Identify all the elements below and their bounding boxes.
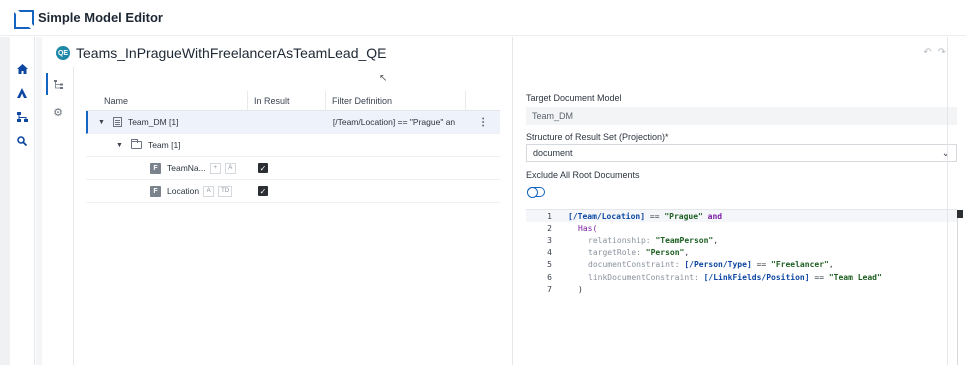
- document-icon: [112, 117, 122, 127]
- row-in-result-cell: [248, 134, 326, 156]
- target-model-field: Team_DM: [526, 107, 957, 125]
- table-row[interactable]: F Location A TD ✓: [86, 180, 500, 203]
- chevron-down-icon[interactable]: ▼: [116, 142, 123, 149]
- exclude-root-label: Exclude All Root Documents: [526, 170, 640, 180]
- code-editor[interactable]: 1 [/Team/Location] == "Prague" and 2 Has…: [526, 209, 963, 365]
- column-header-name[interactable]: Name: [86, 91, 248, 110]
- rail-background: [0, 37, 10, 365]
- mouse-cursor-icon: ↖: [379, 73, 388, 84]
- hierarchy-icon[interactable]: [14, 109, 30, 125]
- code-line: 3 relationship: "TeamPerson",: [547, 235, 719, 245]
- column-header-in-result[interactable]: In Result: [248, 91, 326, 110]
- row-in-result-cell: ✓: [248, 180, 326, 202]
- app-window: Simple Model Editor QE Teams_InPragueWit…: [0, 0, 966, 365]
- row-actions-cell: [466, 157, 500, 179]
- structure-label: Structure of Result Set (Projection)*: [526, 132, 669, 142]
- right-edge-divider: [947, 37, 948, 365]
- target-model-label: Target Document Model: [526, 93, 622, 103]
- tab-structure[interactable]: [46, 73, 70, 95]
- editor-scrollbar[interactable]: [957, 210, 963, 365]
- nav-rail: [10, 37, 35, 365]
- query-panel: QE Teams_InPragueWithFreelancerAsTeamLea…: [42, 37, 512, 365]
- column-header-filter[interactable]: Filter Definition: [326, 91, 466, 110]
- folder-icon: [130, 139, 142, 149]
- row-filter-cell[interactable]: [326, 134, 466, 156]
- home-icon[interactable]: [14, 61, 30, 77]
- structure-select[interactable]: document ⌄: [526, 144, 957, 162]
- field-tag: TD: [218, 185, 233, 197]
- field-tag: A: [224, 162, 236, 174]
- query-name: Teams_InPragueWithFreelancerAsTeamLead_Q…: [76, 45, 387, 61]
- more-options-icon[interactable]: ⋮: [478, 117, 488, 128]
- properties-panel: ↶↷ Target Document Model Team_DM Structu…: [513, 37, 966, 365]
- field-badge: F: [150, 185, 161, 197]
- query-header: QE Teams_InPragueWithFreelancerAsTeamLea…: [56, 43, 387, 63]
- field-tag: A: [203, 185, 215, 197]
- row-label: TeamNa...: [167, 163, 206, 173]
- exclude-root-toggle[interactable]: [527, 187, 545, 198]
- row-in-result-cell: [249, 111, 327, 133]
- table-row[interactable]: F TeamNa... + A ✓: [86, 157, 500, 180]
- field-tag: +: [209, 162, 221, 174]
- row-actions-cell: ⋮: [466, 111, 500, 133]
- row-name-cell: ▼ Team [1]: [86, 134, 248, 156]
- row-label: Team [1]: [147, 140, 181, 150]
- row-label: Team_DM [1]: [127, 117, 179, 127]
- table-header: Name In Result Filter Definition: [86, 91, 500, 111]
- gear-icon: ⚙: [53, 106, 63, 119]
- search-icon[interactable]: [14, 133, 30, 149]
- row-filter-cell[interactable]: [/Team/Location] == "Prague" an: [327, 111, 466, 133]
- code-line: 4 targetRole: "Person",: [547, 248, 690, 258]
- row-actions-cell: [466, 134, 500, 156]
- row-name-cell: F TeamNa... + A: [86, 157, 248, 179]
- in-result-checkbox[interactable]: ✓: [258, 186, 268, 196]
- in-result-checkbox[interactable]: ✓: [258, 163, 268, 173]
- table-row[interactable]: ▼ Team_DM [1] [/Team/Location] == "Pragu…: [86, 111, 500, 134]
- side-tabs: ⚙: [42, 67, 74, 365]
- app-logo-icon: [14, 9, 34, 29]
- code-line: 7 ): [547, 284, 583, 294]
- table-row[interactable]: ▼ Team [1]: [86, 134, 500, 157]
- row-actions-cell: [466, 180, 500, 202]
- tab-settings[interactable]: ⚙: [46, 101, 70, 123]
- code-line: 5 documentConstraint: [/Person/Type] == …: [547, 260, 834, 270]
- tree-structure-icon: [54, 79, 63, 89]
- code-line: 1 [/Team/Location] == "Prague" and: [526, 210, 957, 223]
- app-title: Simple Model Editor: [38, 10, 163, 25]
- editor-scrollbar-thumb[interactable]: [957, 210, 963, 218]
- column-header-actions: [466, 91, 500, 110]
- result-tree-table: Name In Result Filter Definition ▼ Team_…: [86, 91, 500, 203]
- structure-select-value: document: [533, 148, 573, 158]
- code-line: 6 linkDocumentConstraint: [/LinkFields/P…: [547, 272, 882, 282]
- row-filter-cell[interactable]: [326, 180, 466, 202]
- query-type-badge: QE: [56, 46, 70, 60]
- title-bar: Simple Model Editor: [0, 0, 966, 36]
- row-name-cell: F Location A TD: [86, 180, 248, 202]
- field-badge: F: [150, 162, 161, 174]
- code-line: 2 Has(: [547, 223, 598, 233]
- row-label: Location: [167, 186, 200, 196]
- model-icon[interactable]: [14, 85, 30, 101]
- row-in-result-cell: ✓: [248, 157, 326, 179]
- row-filter-cell[interactable]: [326, 157, 466, 179]
- chevron-down-icon[interactable]: ▼: [98, 119, 105, 126]
- row-name-cell: ▼ Team_DM [1]: [88, 111, 249, 133]
- chevron-down-icon: ⌄: [941, 147, 950, 159]
